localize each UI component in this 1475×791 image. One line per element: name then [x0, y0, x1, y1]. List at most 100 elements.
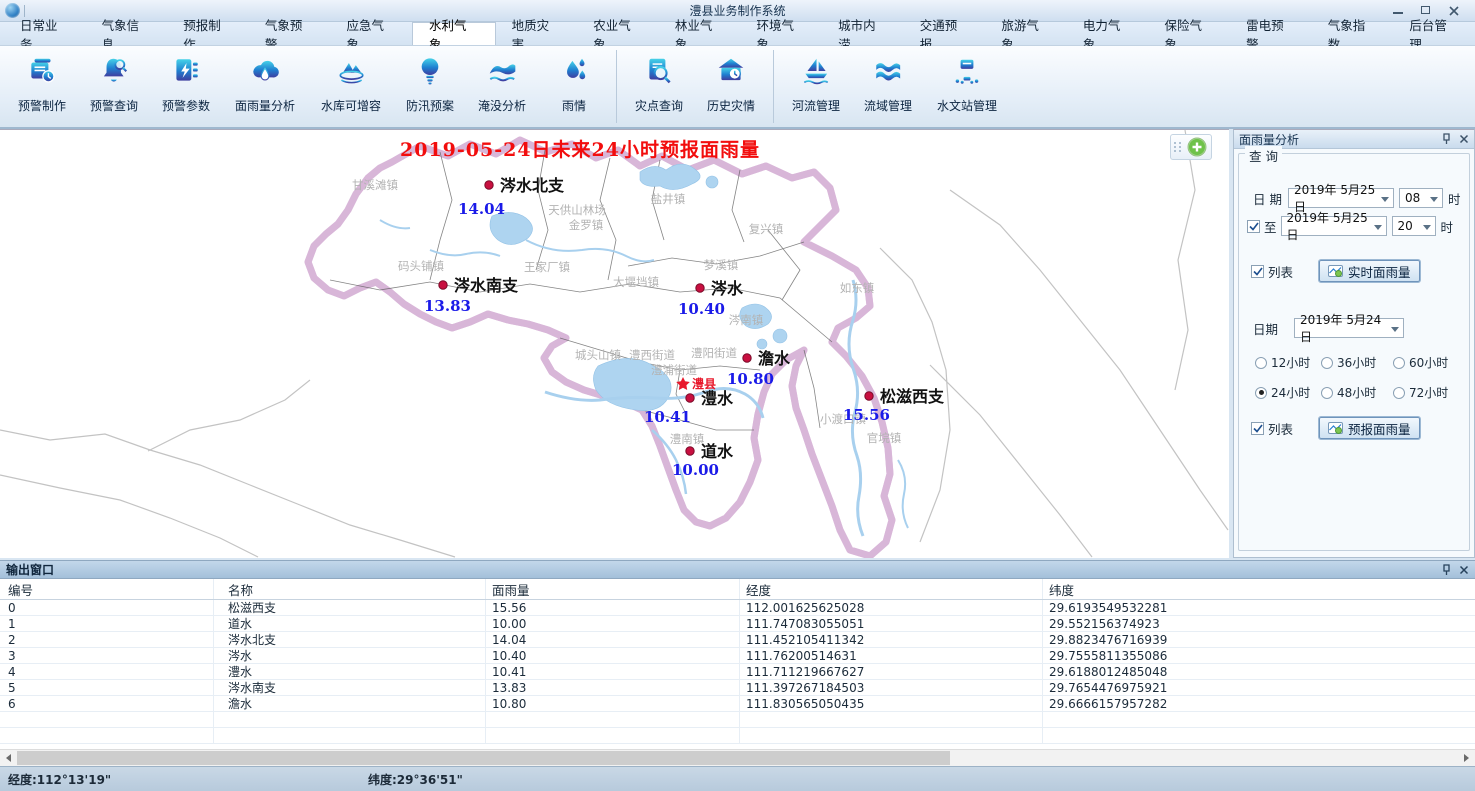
table-cell	[0, 712, 214, 727]
menu-item-1[interactable]: 日常业务	[4, 22, 86, 45]
toolbar-button-hydrostation[interactable]: 水文站管理	[924, 46, 1010, 127]
close-panel-icon[interactable]	[1459, 134, 1469, 144]
scroll-right-button[interactable]	[1458, 750, 1475, 766]
table-row[interactable]: 4澧水10.41111.71121966762729.6188012485048	[0, 664, 1475, 680]
toolbar-button-river-manage[interactable]: 河流管理	[780, 46, 852, 127]
menu-item-14[interactable]: 电力气象	[1067, 22, 1149, 45]
table-row[interactable]: 1道水10.00111.74708305505129.552156374923	[0, 616, 1475, 632]
toolbar-button-label: 流域管理	[864, 97, 912, 114]
toolbar-button-disaster-history[interactable]: 历史灾情	[695, 46, 767, 127]
station-name: 涔水北支	[500, 176, 565, 195]
toolbar-button-label: 预警参数	[162, 97, 210, 114]
menu-item-11[interactable]: 城市内涝	[822, 22, 904, 45]
table-row[interactable]: 0松滋西支15.56112.00162562502829.61935495322…	[0, 600, 1475, 616]
forecast-rainfall-button[interactable]: 预报面雨量	[1319, 417, 1420, 439]
scrollbar-thumb[interactable]	[17, 751, 950, 765]
toolbar-button-basin-manage[interactable]: 流域管理	[852, 46, 924, 127]
close-output-icon[interactable]	[1459, 565, 1469, 575]
realtime-hour-select[interactable]: 08	[1399, 188, 1443, 208]
menu-item-16[interactable]: 雷电预警	[1230, 22, 1312, 45]
forecast-date-select[interactable]: 2019年 5月24日	[1294, 318, 1404, 338]
menu-item-18[interactable]: 后台管理	[1393, 22, 1475, 45]
menu-item-8[interactable]: 农业气象	[577, 22, 659, 45]
close-button[interactable]	[1447, 5, 1461, 17]
duration-radio-24小时[interactable]: 24小时	[1255, 384, 1321, 401]
menu-item-15[interactable]: 保险气象	[1149, 22, 1231, 45]
horizontal-scrollbar[interactable]	[0, 749, 1475, 766]
output-window: 输出窗口 编号名称面雨量经度纬度0松滋西支15.56112.0016256250…	[0, 560, 1475, 766]
column-header[interactable]: 经度	[740, 579, 1043, 599]
map-canvas[interactable]: 甘溪滩镇盐井镇天供山林场金罗镇复兴镇码头铺镇王家厂镇梦溪镇大堰垱镇如东镇涔南镇城…	[0, 129, 1229, 558]
realtime-to-date-select[interactable]: 2019年 5月25日	[1281, 216, 1387, 236]
realtime-list-checkbox[interactable]	[1251, 265, 1264, 278]
table-cell	[740, 712, 1043, 727]
toolbar-button-reservoir-capacity[interactable]: 水库可增容	[308, 46, 394, 127]
column-header[interactable]: 名称	[214, 579, 486, 599]
inundation-icon	[486, 55, 518, 90]
station-marker[interactable]: 涔水南支13.83	[424, 276, 519, 315]
to-checkbox[interactable]	[1247, 220, 1260, 233]
station-name: 松滋西支	[880, 387, 945, 406]
menu-item-3[interactable]: 预报制作	[167, 22, 249, 45]
town-label: 大堰垱镇	[613, 275, 659, 289]
duration-radio-12小时[interactable]: 12小时	[1255, 354, 1321, 371]
menu-item-9[interactable]: 林业气象	[659, 22, 741, 45]
scroll-left-button[interactable]	[0, 750, 17, 766]
station-marker[interactable]: 道水10.00	[672, 442, 734, 479]
station-dot-icon	[686, 447, 694, 455]
toolbar-button-flood-plan[interactable]: 防汛预案	[394, 46, 466, 127]
table-cell	[1043, 728, 1475, 743]
duration-radio-72小时[interactable]: 72小时	[1393, 384, 1463, 401]
menu-item-17[interactable]: 气象指数	[1312, 22, 1394, 45]
pin-icon[interactable]	[1442, 564, 1451, 576]
toolbar: 预警制作预警查询预警参数面雨量分析水库可增容防汛预案淹没分析雨情灾点查询历史灾情…	[0, 46, 1475, 129]
menu-item-5[interactable]: 应急气象	[330, 22, 412, 45]
toolbar-button-inundation[interactable]: 淹没分析	[466, 46, 538, 127]
groupbox-legend: 查 询	[1245, 146, 1282, 165]
toolbar-button-alert-compose[interactable]: 预警制作	[6, 46, 78, 127]
map-thumbnail-icon	[1328, 422, 1344, 435]
menu-item-4[interactable]: 气象预警	[249, 22, 331, 45]
toolbar-button-alert-search[interactable]: 预警查询	[78, 46, 150, 127]
table-cell: 涔水南支	[214, 680, 486, 695]
menu-item-7[interactable]: 地质灾害	[496, 22, 578, 45]
table-cell: 29.6666157957282	[1043, 696, 1475, 711]
realtime-list-label: 列表	[1268, 262, 1293, 281]
alert-compose-icon	[26, 55, 58, 90]
table-row[interactable]: 2涔水北支14.04111.45210541134229.88234767169…	[0, 632, 1475, 648]
menu-item-2[interactable]: 气象信息	[86, 22, 168, 45]
pin-icon[interactable]	[1442, 133, 1451, 145]
output-header: 输出窗口	[0, 561, 1475, 579]
table-row[interactable]: 6澹水10.80111.83056505043529.6666157957282	[0, 696, 1475, 712]
realtime-date-select[interactable]: 2019年 5月25日	[1288, 188, 1394, 208]
toolbar-button-label: 灾点查询	[635, 97, 683, 114]
column-header[interactable]: 编号	[0, 579, 214, 599]
forecast-list-checkbox[interactable]	[1251, 422, 1264, 435]
table-row[interactable]: 3涔水10.40111.7620051463129.7555811355086	[0, 648, 1475, 664]
table-cell: 涔水北支	[214, 632, 486, 647]
realtime-to-hour-select[interactable]: 20	[1392, 216, 1436, 236]
duration-radio-60小时[interactable]: 60小时	[1393, 354, 1463, 371]
maximize-button[interactable]	[1419, 5, 1433, 17]
duration-radio-48小时[interactable]: 48小时	[1321, 384, 1393, 401]
drag-grip-icon[interactable]	[1174, 142, 1182, 152]
toolbar-button-area-rainfall[interactable]: 面雨量分析	[222, 46, 308, 127]
date-label: 日 期	[1253, 189, 1282, 208]
column-header[interactable]: 面雨量	[486, 579, 740, 599]
toolbar-button-disaster-search[interactable]: 灾点查询	[623, 46, 695, 127]
column-header[interactable]: 纬度	[1043, 579, 1475, 599]
check-icon	[1253, 267, 1263, 276]
table-row[interactable]: 5涔水南支13.83111.39726718450329.76544769759…	[0, 680, 1475, 696]
menu-item-13[interactable]: 旅游气象	[985, 22, 1067, 45]
menu-item-6[interactable]: 水利气象	[412, 22, 496, 45]
minimize-button[interactable]	[1391, 5, 1405, 17]
toolbar-button-alert-params[interactable]: 预警参数	[150, 46, 222, 127]
add-layer-button[interactable]	[1186, 136, 1208, 158]
menu-item-12[interactable]: 交通预报	[904, 22, 986, 45]
realtime-rainfall-button[interactable]: 实时面雨量	[1319, 260, 1420, 282]
table-cell: 松滋西支	[214, 600, 486, 615]
duration-radio-36小时[interactable]: 36小时	[1321, 354, 1393, 371]
toolbar-button-rain[interactable]: 雨情	[538, 46, 610, 127]
town-label: 金罗镇	[569, 218, 604, 232]
menu-item-10[interactable]: 环境气象	[740, 22, 822, 45]
